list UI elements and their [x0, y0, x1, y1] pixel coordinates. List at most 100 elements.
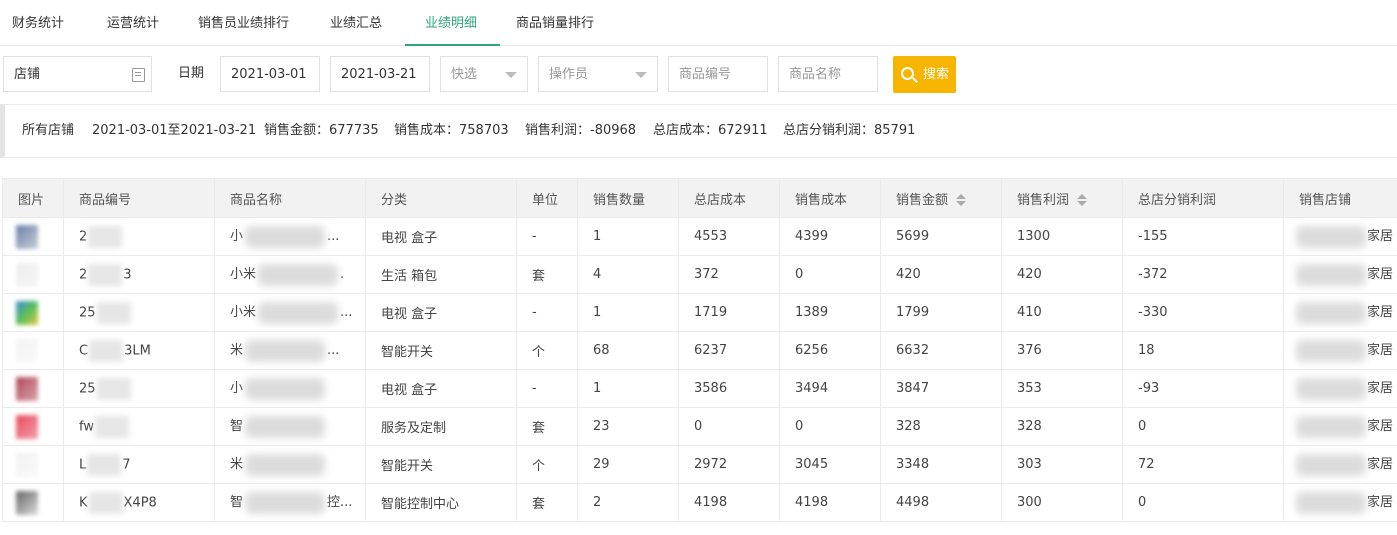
product-code-tail: 3LM — [124, 343, 151, 358]
product-name-cell: 小 — [214, 369, 366, 408]
table-row[interactable]: 2 3 小米. 生活 箱包套 4 372 0 420 420 -372 家居 — [2, 255, 1397, 294]
redacted-block — [1296, 263, 1366, 286]
hq-cost-cell: 4553 — [678, 217, 780, 256]
product-thumbnail — [16, 300, 38, 325]
hq-profit-cell: -330 — [1122, 293, 1284, 332]
sales-qty-cell: 1 — [577, 293, 679, 332]
operator-dropdown[interactable]: 操作员 — [538, 56, 658, 92]
hq-profit-cell: 0 — [1122, 483, 1284, 522]
sales-qty-cell: 23 — [577, 407, 679, 446]
hq-profit-cell: -372 — [1122, 255, 1284, 294]
table-row[interactable]: C 3LM 米... 智能开关个 68 6237 6256 6632 376 18 家居 — [2, 331, 1397, 370]
sales-amount-cell: 420 — [880, 255, 1002, 294]
col-header-sales-amount[interactable]: 销售金额 — [880, 178, 1002, 218]
tab-finance-stats[interactable]: 财务统计 — [12, 0, 64, 45]
col-header-unit: 单位 — [516, 178, 578, 218]
hq-cost-cell: 3586 — [678, 369, 780, 408]
product-image-cell — [2, 331, 64, 370]
summary-sales-profit: 销售利润：-80968 — [525, 123, 637, 138]
product-code-placeholder: 商品编号 — [679, 67, 732, 82]
sales-amount-cell: 3348 — [880, 445, 1002, 484]
product-code-tail: 7 — [122, 457, 131, 472]
store-select-value: 店铺 — [14, 67, 41, 82]
product-code-cell: 25 — [63, 369, 215, 408]
quick-select-dropdown[interactable]: 快选 — [440, 56, 528, 92]
product-image-cell — [2, 407, 64, 446]
product-image-cell — [2, 483, 64, 522]
product-name-tail: 控... — [327, 495, 353, 511]
summary-sales-amount: 销售金额：677735 — [264, 123, 379, 138]
redacted-block — [245, 453, 326, 476]
product-code-text: 25 — [79, 381, 96, 396]
sales-qty-cell: 29 — [577, 445, 679, 484]
product-code-input[interactable]: 商品编号 — [668, 56, 768, 92]
redacted-block — [1296, 301, 1366, 324]
unit-cell: - — [516, 369, 578, 408]
tab-performance-detail[interactable]: 业绩明细 — [425, 0, 477, 45]
hq-cost-cell: 4198 — [678, 483, 780, 522]
tab-operation-stats[interactable]: 运营统计 — [107, 0, 159, 45]
category-cell: 电视 盒子 — [365, 369, 517, 408]
search-button[interactable]: 搜索 — [893, 56, 956, 93]
sales-cost-cell: 0 — [779, 255, 881, 294]
sales-cost-cell: 4399 — [779, 217, 881, 256]
redacted-block — [1296, 491, 1366, 514]
table-row[interactable]: 25 小米... 电视 盒子 -1 1719 1389 1799 410 -330 家居 — [2, 293, 1397, 332]
sales-amount-cell: 328 — [880, 407, 1002, 446]
search-button-label: 搜索 — [923, 67, 950, 82]
product-code-text: 2 — [79, 229, 88, 244]
unit-cell: 套 — [516, 407, 578, 446]
product-code-text: fw — [79, 419, 94, 434]
table-row[interactable]: fw 智服务及定制套 23 0 0 328 328 0 家居 — [2, 407, 1397, 446]
product-code-text: C — [79, 343, 89, 358]
unit-cell: - — [516, 217, 578, 256]
sales-store-text: 家居 — [1367, 229, 1394, 245]
product-thumbnail — [16, 224, 38, 249]
product-name-cell: 智 — [214, 407, 366, 446]
store-picker-icon[interactable] — [132, 68, 145, 82]
redacted-block — [96, 377, 131, 400]
sales-store-text: 家居 — [1367, 495, 1394, 511]
product-code-cell: 2 — [63, 217, 215, 256]
product-thumbnail — [16, 376, 38, 401]
date-end-input[interactable]: 2021-03-21 — [330, 56, 430, 92]
sales-amount-cell: 1799 — [880, 293, 1002, 332]
sales-cost-cell: 1389 — [779, 293, 881, 332]
store-select[interactable]: 店铺 — [3, 56, 152, 92]
product-name-text: 米 — [230, 457, 244, 473]
unit-cell: - — [516, 293, 578, 332]
hq-profit-cell: -93 — [1122, 369, 1284, 408]
col-header-hq-cost: 总店成本 — [678, 178, 780, 218]
sales-cost-cell: 6256 — [779, 331, 881, 370]
redacted-block — [1296, 339, 1366, 362]
table-row[interactable]: 2 小... 电视 盒子 -1 4553 4399 5699 1300 -155 家居 — [2, 217, 1397, 256]
sales-amount-cell: 6632 — [880, 331, 1002, 370]
sales-profit-cell: 420 — [1001, 255, 1123, 294]
product-name-input[interactable]: 商品名称 — [778, 56, 878, 92]
sort-icon[interactable] — [956, 194, 967, 206]
sales-profit-cell: 328 — [1001, 407, 1123, 446]
sales-profit-cell: 376 — [1001, 331, 1123, 370]
hq-profit-cell: 18 — [1122, 331, 1284, 370]
sales-store-cell: 家居 — [1283, 445, 1397, 484]
table-row[interactable]: L 7 米智能开关个 29 2972 3045 3348 303 72 家居 — [2, 445, 1397, 484]
sort-icon[interactable] — [1077, 194, 1088, 206]
tab-salesperson-ranking[interactable]: 销售员业绩排行 — [198, 0, 289, 45]
tab-product-sales-ranking[interactable]: 商品销量排行 — [516, 0, 594, 45]
redacted-block — [245, 339, 326, 362]
sales-store-cell: 家居 — [1283, 217, 1397, 256]
tab-performance-summary[interactable]: 业绩汇总 — [330, 0, 382, 45]
sales-qty-cell: 68 — [577, 331, 679, 370]
product-code-text: L — [79, 457, 87, 472]
product-name-text: 智 — [230, 495, 244, 511]
search-icon — [901, 67, 914, 80]
product-name-text: 小米 — [230, 305, 257, 321]
table-row[interactable]: 25 小 电视 盒子 -1 3586 3494 3847 353 -93 家居 — [2, 369, 1397, 408]
col-header-sales-profit-label: 销售利润 — [1017, 192, 1070, 208]
product-image-cell — [2, 369, 64, 408]
sales-qty-cell: 4 — [577, 255, 679, 294]
tab-bar: 财务统计 运营统计 销售员业绩排行 业绩汇总 业绩明细 商品销量排行 — [0, 0, 1397, 46]
table-row[interactable]: K X4P8 智控... 智能控制中心套 2 4198 4198 4498 300 0 家居 — [2, 483, 1397, 522]
col-header-sales-profit[interactable]: 销售利润 — [1001, 178, 1123, 218]
date-start-input[interactable]: 2021-03-01 — [220, 56, 320, 92]
